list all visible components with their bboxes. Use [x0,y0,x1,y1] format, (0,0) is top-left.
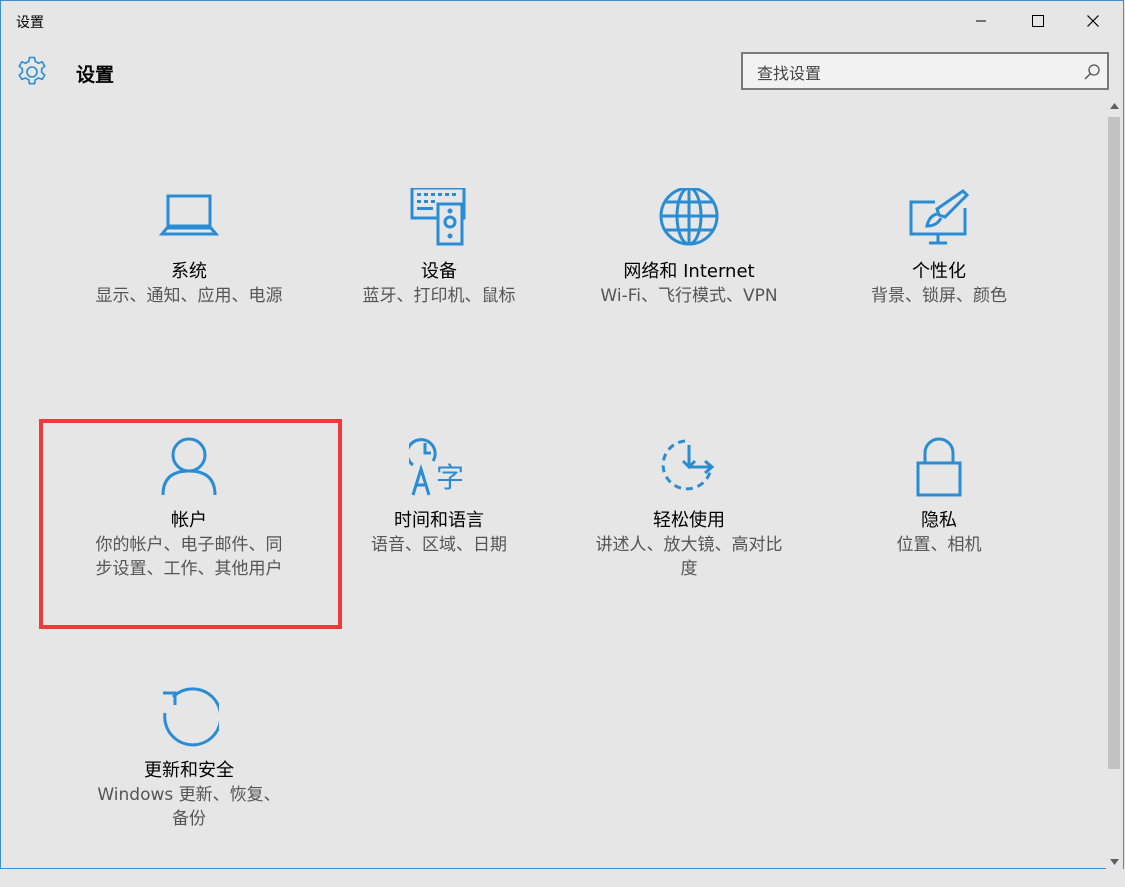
lock-icon [916,437,962,497]
category-network[interactable]: 网络和 Internet Wi-Fi、飞行模式、VPN [564,188,814,388]
page-title: 设置 [76,64,115,86]
category-desc: Wi-Fi、飞行模式、VPN [600,286,778,306]
category-desc: 语音、区域、日期 [371,535,507,555]
category-devices[interactable]: 设备 蓝牙、打印机、鼠标 [314,188,564,388]
category-system[interactable]: 系统 显示、通知、应用、电源 [64,188,314,388]
settings-window: 设置 设置 查找设置 系统 显示、通知、应用、电源 设备 蓝牙、打印机、鼠标 网… [0,0,1124,870]
minimize-icon [976,20,986,22]
scroll-down-icon [1110,858,1119,865]
category-time-language[interactable]: 字 时间和语言 语音、区域、日期 [314,437,564,637]
category-desc: Windows 更新、恢复、备份 [97,785,281,829]
category-privacy[interactable]: 隐私 位置、相机 [814,437,1064,637]
category-desc: 背景、锁屏、颜色 [871,286,1007,306]
close-icon [1087,15,1099,27]
ease-of-access-icon [661,439,715,491]
category-title: 设备 [421,261,457,282]
category-title: 时间和语言 [394,510,484,531]
category-ease-of-access[interactable]: 轻松使用 讲述人、放大镜、高对比度 [564,437,814,637]
vertical-scrollbar[interactable] [1106,97,1123,870]
category-desc: 讲述人、放大镜、高对比度 [595,535,783,579]
devices-icon [410,188,466,246]
category-desc: 显示、通知、应用、电源 [95,286,283,306]
search-field[interactable] [741,52,1109,90]
category-update-security[interactable]: 更新和安全 Windows 更新、恢复、备份 [64,687,314,887]
maximize-button[interactable] [1015,1,1061,41]
time-language-icon: 字 [409,438,464,496]
category-desc: 位置、相机 [896,535,982,555]
category-title: 个性化 [912,261,966,282]
search-input[interactable] [755,60,1069,86]
globe-icon [659,188,719,246]
scroll-down-button[interactable] [1106,853,1123,870]
category-desc: 蓝牙、打印机、鼠标 [362,286,516,306]
laptop-icon [159,194,219,236]
category-title: 网络和 Internet [623,261,755,282]
paintbrush-icon [909,189,969,245]
highlight-box [39,419,342,629]
category-title: 隐私 [921,510,957,531]
category-personalization[interactable]: 个性化 背景、锁屏、颜色 [814,188,1064,388]
maximize-icon [1032,15,1044,27]
category-title: 更新和安全 [144,760,234,781]
gear-icon [18,56,46,85]
title-bar[interactable]: 设置 [1,1,1123,41]
close-button[interactable] [1070,1,1116,41]
search-icon[interactable] [1083,63,1101,81]
update-icon [163,687,219,747]
window-title: 设置 [16,15,44,31]
category-title: 系统 [171,261,207,282]
scroll-thumb[interactable] [1108,117,1120,769]
scroll-up-button[interactable] [1106,97,1123,114]
minimize-button[interactable] [958,1,1004,41]
svg-text:字: 字 [436,461,464,494]
scroll-up-icon [1110,102,1119,109]
category-title: 轻松使用 [653,510,725,531]
